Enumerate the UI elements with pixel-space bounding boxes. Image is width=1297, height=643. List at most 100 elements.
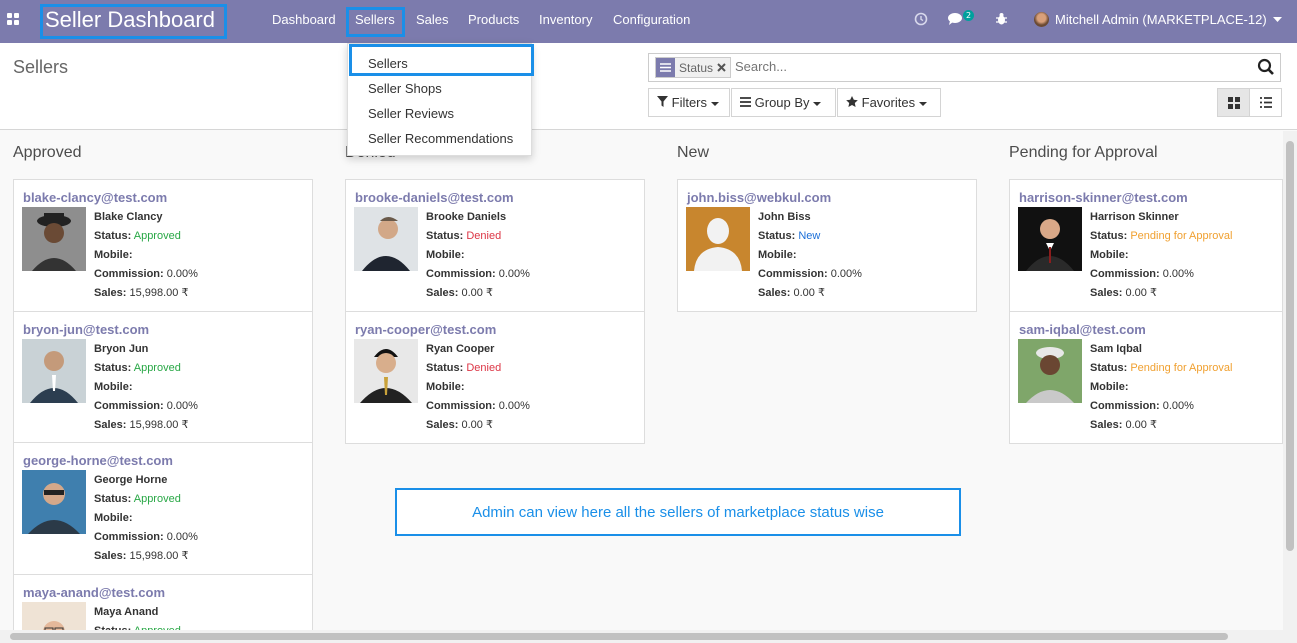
sellers-dropdown: Sellers Seller Shops Seller Reviews Sell…	[347, 43, 534, 156]
status-facet: Status	[655, 57, 732, 78]
seller-card[interactable]: george-horne@test.com George Horne Statu…	[13, 442, 313, 575]
sales-value: 15,998.00 ₹	[129, 287, 189, 299]
status-label: Status:	[1090, 362, 1128, 374]
commission-value: 0.00%	[1162, 268, 1194, 280]
sales-label: Sales:	[758, 287, 791, 299]
scroll-thumb[interactable]	[1286, 141, 1294, 551]
seller-name: Harrison Skinner	[1090, 211, 1179, 223]
caret-down-icon	[918, 102, 927, 106]
commission-value: 0.00%	[498, 268, 530, 280]
sales-label: Sales:	[426, 287, 459, 299]
mobile-label: Mobile:	[1090, 249, 1129, 261]
seller-photo	[22, 207, 86, 271]
commission-value: 0.00%	[498, 400, 530, 412]
clock-icon[interactable]	[914, 12, 928, 26]
seller-email: john.biss@webkul.com	[687, 190, 832, 205]
caret-down-icon	[710, 102, 719, 106]
commission-label: Commission:	[1090, 400, 1160, 412]
commission-label: Commission:	[94, 400, 164, 412]
seller-card[interactable]: maya-anand@test.com Maya Anand Status: A…	[13, 574, 313, 634]
seller-fields: John Biss Status: New Mobile: Commission…	[758, 208, 862, 303]
seller-card[interactable]: harrison-skinner@test.com Harrison Skinn…	[1009, 179, 1283, 312]
sales-label: Sales:	[94, 550, 127, 562]
apps-icon[interactable]	[7, 13, 19, 25]
vertical-scrollbar[interactable]	[1283, 131, 1297, 631]
seller-email: bryon-jun@test.com	[23, 322, 150, 337]
bug-icon[interactable]	[995, 12, 1008, 26]
seller-fields: Brooke Daniels Status: Denied Mobile: Co…	[426, 208, 530, 303]
seller-photo	[22, 339, 86, 403]
commission-value: 0.00%	[830, 268, 862, 280]
seller-name: George Horne	[94, 474, 168, 486]
seller-card[interactable]: sam-iqbal@test.com Sam Iqbal Status: Pen…	[1009, 311, 1283, 444]
search-box[interactable]: Status	[648, 53, 1281, 82]
remove-facet-icon[interactable]	[717, 63, 726, 72]
scroll-thumb[interactable]	[10, 633, 1228, 640]
bars-icon	[740, 97, 751, 107]
status-label: Status:	[94, 493, 132, 505]
kanban-view-button[interactable]	[1217, 88, 1250, 117]
placeholder-avatar-icon	[686, 207, 750, 271]
commission-label: Commission:	[426, 400, 496, 412]
dropdown-item-sellers[interactable]: Sellers	[368, 56, 408, 71]
seller-card[interactable]: bryon-jun@test.com Bryon Jun Status: App…	[13, 311, 313, 444]
column-title-new: New	[677, 144, 710, 161]
group-by-button[interactable]: Group By	[731, 88, 836, 117]
caret-down-icon[interactable]	[1273, 17, 1282, 23]
mobile-label: Mobile:	[1090, 381, 1129, 393]
status-value: Pending for Approval	[1130, 230, 1233, 242]
menu-dashboard[interactable]: Dashboard	[272, 0, 336, 43]
list-view-button[interactable]	[1249, 88, 1282, 117]
top-navbar: Seller Dashboard Dashboard Sellers Sales…	[0, 0, 1297, 43]
status-value: Pending for Approval	[1130, 362, 1233, 374]
seller-card[interactable]: john.biss@webkul.com John Biss Status: N…	[677, 179, 977, 312]
chat-icon[interactable]	[947, 12, 963, 26]
dropdown-item-seller-recommendations[interactable]: Seller Recommendations	[368, 131, 513, 146]
commission-value: 0.00%	[166, 400, 198, 412]
commission-label: Commission:	[94, 268, 164, 280]
menu-configuration[interactable]: Configuration	[613, 0, 690, 43]
seller-email: brooke-daniels@test.com	[355, 190, 514, 205]
sales-value: 0.00 ₹	[461, 287, 493, 299]
seller-photo	[354, 207, 418, 271]
column-title-pending: Pending for Approval	[1009, 144, 1158, 161]
status-value: Approved	[133, 230, 181, 242]
seller-card[interactable]: blake-clancy@test.com Blake Clancy Statu…	[13, 179, 313, 312]
search-icon[interactable]	[1256, 57, 1276, 77]
user-menu[interactable]: Mitchell Admin (MARKETPLACE-12)	[1055, 0, 1267, 43]
seller-card[interactable]: ryan-cooper@test.com Ryan Cooper Status:…	[345, 311, 645, 444]
dropdown-item-seller-shops[interactable]: Seller Shops	[368, 81, 442, 96]
search-input[interactable]	[735, 59, 1235, 74]
seller-email: sam-iqbal@test.com	[1019, 322, 1146, 337]
dropdown-item-seller-reviews[interactable]: Seller Reviews	[368, 106, 454, 121]
seller-name: Bryon Jun	[94, 343, 149, 355]
status-value: Denied	[466, 362, 502, 374]
menu-sales[interactable]: Sales	[416, 0, 449, 43]
status-label: Status:	[1090, 230, 1128, 242]
menu-inventory[interactable]: Inventory	[539, 0, 592, 43]
filters-button[interactable]: Filters	[648, 88, 730, 117]
user-avatar[interactable]	[1034, 12, 1049, 27]
messages-badge: 2	[963, 10, 975, 21]
annotation-callout: Admin can view here all the sellers of m…	[395, 488, 961, 536]
status-value: New	[798, 230, 821, 242]
seller-photo	[22, 470, 86, 534]
favorites-button[interactable]: Favorites	[837, 88, 941, 117]
menu-products[interactable]: Products	[468, 0, 519, 43]
horizontal-scrollbar[interactable]	[0, 630, 1297, 643]
status-label: Status:	[94, 230, 132, 242]
menu-sellers[interactable]: Sellers	[355, 0, 395, 43]
commission-value: 0.00%	[166, 531, 198, 543]
mobile-label: Mobile:	[426, 249, 465, 261]
breadcrumb: Sellers	[13, 57, 69, 77]
commission-label: Commission:	[94, 531, 164, 543]
status-label: Status:	[426, 362, 464, 374]
sales-label: Sales:	[94, 287, 127, 299]
seller-fields: George Horne Status: Approved Mobile: Co…	[94, 471, 198, 566]
seller-name: Maya Anand	[94, 606, 159, 618]
sales-label: Sales:	[1090, 287, 1123, 299]
seller-card[interactable]: brooke-daniels@test.com Brooke Daniels S…	[345, 179, 645, 312]
status-label: Status:	[94, 362, 132, 374]
status-label: Status:	[426, 230, 464, 242]
status-value: Approved	[133, 493, 181, 505]
